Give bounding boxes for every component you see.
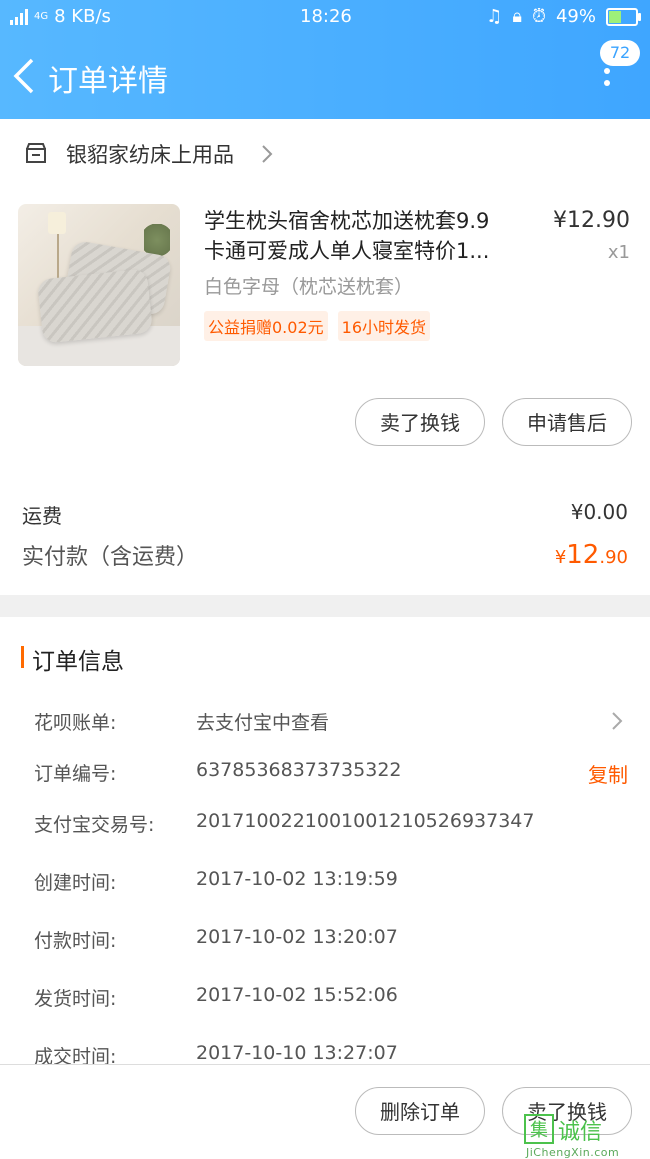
tag-donation: 公益捐赠0.02元 [204,311,328,341]
shipping-fee-label: 运费 [22,504,62,528]
product-image[interactable] [18,204,180,366]
info-value: 2017-10-02 15:52:06 [196,984,398,1006]
product-tags: 公益捐赠0.02元 16小时发货 [204,311,431,341]
info-row-alipay-trade: 支付宝交易号: 2017100221001001210526937347 [0,810,650,840]
watermark-box: 集 [524,1114,554,1144]
info-row-shipped: 发货时间: 2017-10-02 15:52:06 [0,984,650,1014]
info-row-paid: 付款时间: 2017-10-02 13:20:07 [0,926,650,956]
lock-icon: 🔒︎ [512,6,522,27]
info-value: 63785368373735322 [196,759,402,781]
info-value: 2017100221001001210526937347 [196,810,535,832]
message-badge[interactable]: 72 [600,40,640,66]
watermark-sub: JiChengXin.com [526,1146,620,1159]
info-value: 2017-10-02 13:19:59 [196,868,398,890]
product-price: ¥12.90 [553,208,630,233]
paid-decimal: .90 [599,547,628,568]
status-bar: 4G 8 KB/s 18:26 ♫ 🔒︎ ⏰︎ 49% [0,0,650,34]
sell-button[interactable]: 卖了换钱 [355,398,485,446]
battery-percent: 49% [555,6,596,27]
more-icon[interactable] [604,68,610,94]
battery-icon [606,7,641,26]
network-type: 4G [34,11,49,22]
info-key: 花呗账单: [34,712,117,734]
chevron-left-icon [13,58,34,94]
product-quantity: x1 [607,242,630,263]
chevron-right-icon [262,145,273,163]
store-name: 银貂家纺床上用品 [66,143,234,167]
clock: 18:26 [300,6,352,27]
after-sales-button[interactable]: 申请售后 [502,398,632,446]
mute-icon: ♫ [486,6,503,27]
watermark-text: 诚信 [558,1120,603,1145]
alarm-icon: ⏰︎ [531,6,546,27]
paid-amount-label: 实付款（含运费） [22,545,199,570]
chevron-right-icon [612,712,623,730]
signal-icon [10,8,28,25]
info-row-created: 创建时间: 2017-10-02 13:19:59 [0,868,650,898]
info-key: 付款时间: [34,930,117,952]
product-title-line2: 卡通可爱成人单人寝室特价1... [204,239,490,263]
shipping-fee-value: ¥0.00 [570,500,628,524]
product-title[interactable]: 学生枕头宿舍枕芯加送枕套9.9 卡通可爱成人单人寝室特价1... [204,206,524,266]
product-title-line1: 学生枕头宿舍枕芯加送枕套9.9 [204,209,490,233]
watermark-logo: 集 诚信 JiChengXin.com [524,1114,642,1159]
info-value: 2017-10-10 13:27:07 [196,1042,398,1064]
section-accent-bar [21,646,24,668]
info-key: 发货时间: [34,988,117,1010]
section-divider [0,595,650,617]
delete-order-button[interactable]: 删除订单 [355,1087,485,1135]
store-icon [26,143,46,163]
paid-currency: ¥ [554,547,567,568]
info-key: 订单编号: [34,763,117,785]
bottom-action-bar: 删除订单 卖了换钱 集 诚信 JiChengXin.com [0,1064,650,1159]
product-variant: 白色字母（枕芯送枕套） [204,276,414,298]
order-info-title: 订单信息 [32,649,124,675]
info-key: 支付宝交易号: [34,814,155,836]
store-row[interactable]: 银貂家纺床上用品 [0,119,650,189]
paid-amount-value: ¥12.90 [555,540,628,570]
info-row-order-number: 订单编号: 63785368373735322 复制 [0,759,650,789]
info-key: 创建时间: [34,872,117,894]
app-header: 4G 8 KB/s 18:26 ♫ 🔒︎ ⏰︎ 49% 订单详情 72 [0,0,650,119]
network-speed: 8 KB/s [54,6,111,27]
tag-shipping: 16小时发货 [337,311,431,341]
info-row-huabei[interactable]: 花呗账单: 去支付宝中查看 [0,708,650,738]
back-button[interactable] [10,56,40,96]
info-value: 2017-10-02 13:20:07 [196,926,398,948]
paid-integer: 12 [566,540,600,570]
copy-button[interactable]: 复制 [588,759,628,788]
page-title: 订单详情 [48,64,168,99]
info-value: 去支付宝中查看 [196,712,330,734]
